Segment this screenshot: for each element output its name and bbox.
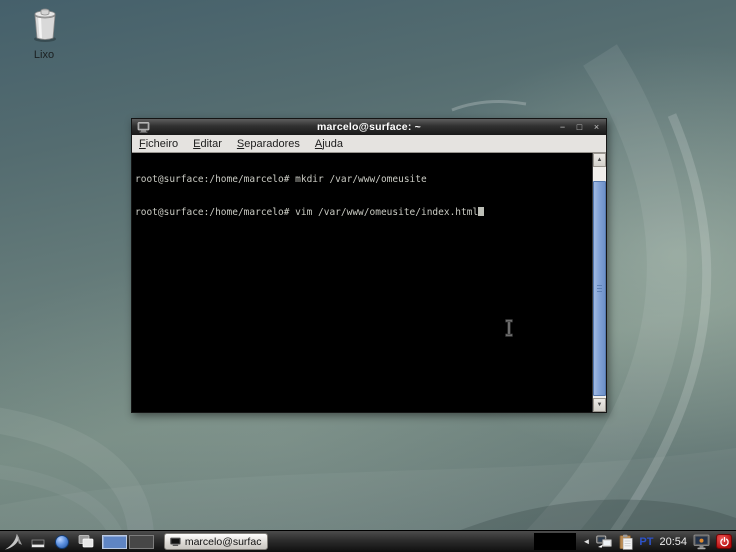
menu-editar[interactable]: Editar — [193, 138, 222, 150]
terminal-line: root@surface:/home/marcelo# mkdir /var/w… — [135, 174, 427, 185]
scroll-up-button[interactable]: ▲ — [593, 153, 606, 167]
window-controls: − □ × — [558, 119, 601, 135]
blue-sphere-icon — [54, 534, 69, 549]
close-button[interactable]: × — [592, 119, 601, 135]
display-settings-icon[interactable] — [693, 534, 710, 550]
trash-can-icon — [34, 8, 56, 42]
workspace-1[interactable] — [102, 534, 127, 549]
terminal-cursor — [478, 206, 484, 216]
keyboard-layout-indicator[interactable]: PT — [639, 536, 653, 548]
workspace-pager — [102, 534, 154, 549]
network-tray-icon[interactable] — [596, 535, 613, 549]
windows-icon — [78, 535, 93, 548]
monitor-plugin — [534, 533, 577, 550]
menu-ajuda[interactable]: Ajuda — [315, 138, 343, 150]
desktop[interactable]: Lixo marcelo@surface: ~ − □ × Ficheiro E… — [0, 0, 736, 552]
terminal-output: root@surface:/home/marcelo# mkdir /var/w… — [135, 154, 591, 238]
window-titlebar[interactable]: marcelo@surface: ~ − □ × — [132, 119, 606, 135]
show-desktop-button[interactable] — [28, 532, 47, 551]
file-manager-launcher[interactable] — [52, 532, 71, 551]
minimize-button[interactable]: − — [558, 119, 567, 135]
tray-collapse-arrow[interactable]: ◄ — [582, 532, 590, 551]
taskbar-window-label: marcelo@surfac... — [184, 535, 262, 548]
terminal-menubar: Ficheiro Editar Separadores Ajuda — [132, 135, 606, 153]
workspace-2[interactable] — [129, 534, 154, 549]
logout-power-button[interactable] — [716, 534, 732, 549]
window-list-button[interactable] — [76, 532, 95, 551]
show-desktop-icon — [31, 539, 44, 547]
taskbar-clock[interactable]: 20:54 — [659, 536, 687, 548]
terminal-app-icon — [170, 537, 181, 546]
ibeam-cursor-icon — [505, 319, 513, 337]
system-tray: ◄ PT 20:54 — [534, 532, 732, 551]
terminal-window: marcelo@surface: ~ − □ × Ficheiro Editar… — [131, 118, 607, 413]
terminal-scrollbar[interactable]: ▲ ▼ — [592, 153, 606, 412]
window-title: marcelo@surface: ~ — [316, 121, 421, 133]
taskbar-window-button[interactable]: marcelo@surfac... — [164, 533, 268, 550]
scrollbar-thumb[interactable] — [593, 181, 606, 396]
lxde-logo-icon — [4, 533, 23, 550]
desktop-icon-trash[interactable]: Lixo — [17, 7, 71, 61]
terminal-line: root@surface:/home/marcelo# vim /var/www… — [135, 206, 591, 217]
menu-separadores[interactable]: Separadores — [237, 138, 300, 150]
power-icon — [719, 536, 729, 546]
menu-ficheiro[interactable]: Ficheiro — [139, 138, 178, 150]
trash-label: Lixo — [33, 49, 55, 61]
terminal-screen[interactable]: root@surface:/home/marcelo# mkdir /var/w… — [132, 153, 606, 412]
maximize-button[interactable]: □ — [575, 119, 584, 135]
scroll-down-button[interactable]: ▼ — [593, 398, 606, 412]
start-menu-button[interactable] — [4, 532, 23, 551]
taskbar: marcelo@surfac... ◄ PT 20:54 — [0, 530, 736, 552]
clipboard-tray-icon[interactable] — [619, 534, 633, 550]
